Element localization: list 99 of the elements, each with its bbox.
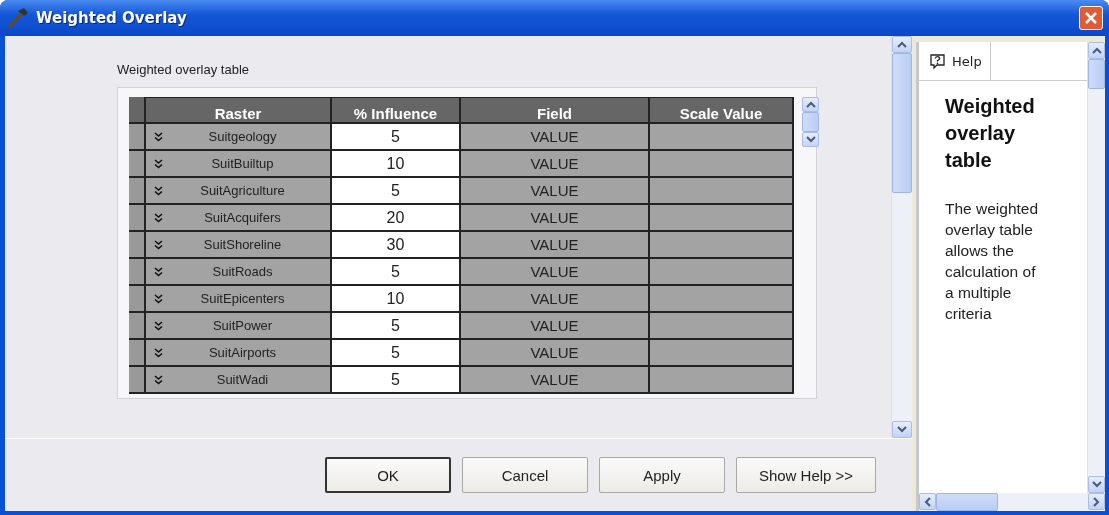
chevron-down-icon bbox=[805, 135, 816, 143]
raster-name: SuitAgriculture bbox=[199, 183, 286, 198]
influence-field[interactable]: 5 bbox=[332, 259, 461, 284]
close-button[interactable] bbox=[1079, 6, 1103, 30]
table-cell: VALUE bbox=[461, 178, 650, 203]
scroll-right-button[interactable] bbox=[1088, 493, 1105, 510]
scroll-down-button[interactable] bbox=[1088, 476, 1105, 493]
scrollbar[interactable] bbox=[1087, 42, 1105, 493]
chevron-down-icon bbox=[1091, 481, 1102, 488]
window-title: Weighted Overlay bbox=[36, 9, 188, 27]
scroll-thumb[interactable] bbox=[936, 493, 998, 511]
scrollbar[interactable] bbox=[891, 36, 912, 438]
chevron-down-icon[interactable] bbox=[154, 347, 163, 358]
chevron-down-icon[interactable] bbox=[154, 185, 163, 196]
table-label: Weighted overlay table bbox=[117, 62, 250, 77]
scroll-down-button[interactable] bbox=[892, 421, 912, 438]
column-header[interactable]: Field bbox=[461, 98, 650, 122]
row-selector[interactable] bbox=[129, 178, 146, 203]
dialog-button[interactable]: OK bbox=[325, 457, 451, 493]
help-icon bbox=[929, 52, 946, 70]
help-heading: Weighted overlay table bbox=[945, 94, 1036, 173]
table-cell: VALUE bbox=[461, 313, 650, 338]
dialog-button[interactable]: Show Help >> bbox=[736, 457, 876, 493]
influence-field[interactable]: 10 bbox=[332, 286, 461, 311]
scroll-up-button[interactable] bbox=[1088, 42, 1105, 59]
raster-name: SuitAirports bbox=[207, 345, 278, 360]
chevron-up-icon bbox=[1091, 47, 1102, 54]
influence-field[interactable]: 30 bbox=[332, 232, 461, 257]
influence-field[interactable]: 10 bbox=[332, 151, 461, 176]
chevron-down-icon[interactable] bbox=[154, 374, 163, 385]
chevron-down-icon[interactable] bbox=[154, 293, 163, 304]
table-cell: VALUE bbox=[461, 259, 650, 284]
chevron-left-icon bbox=[924, 496, 931, 507]
row-selector[interactable] bbox=[129, 232, 146, 257]
scrollbar[interactable] bbox=[802, 97, 819, 147]
table-cell[interactable]: SuitAgriculture bbox=[146, 178, 332, 203]
row-selector[interactable] bbox=[129, 313, 146, 338]
scroll-thumb[interactable] bbox=[1088, 59, 1105, 89]
raster-name: SuitAcquifers bbox=[203, 210, 282, 225]
influence-field[interactable]: 5 bbox=[332, 340, 461, 365]
table-cell[interactable]: SuitAirports bbox=[146, 340, 332, 365]
chevron-down-icon[interactable] bbox=[154, 266, 163, 277]
raster-name: SuitEpicenters bbox=[199, 291, 286, 306]
chevron-down-icon[interactable] bbox=[154, 212, 163, 223]
chevron-up-icon bbox=[897, 41, 907, 48]
table-cell[interactable]: SuitAcquifers bbox=[146, 205, 332, 230]
table-cell: VALUE bbox=[461, 232, 650, 257]
row-selector[interactable] bbox=[129, 286, 146, 311]
table-cell: VALUE bbox=[461, 340, 650, 365]
table-cell[interactable]: Suitgeology bbox=[146, 124, 332, 149]
dialog-button[interactable]: Cancel bbox=[462, 457, 588, 493]
table-cell: VALUE bbox=[461, 367, 650, 392]
raster-name: SuitPower bbox=[211, 318, 274, 333]
horizontal-scrollbar[interactable] bbox=[919, 493, 1105, 511]
raster-name: Suitgeology bbox=[207, 129, 278, 144]
chevron-down-icon bbox=[897, 426, 907, 433]
scroll-up-button[interactable] bbox=[892, 36, 912, 53]
table-cell[interactable]: SuitShoreline bbox=[146, 232, 332, 257]
raster-name: SuitShoreline bbox=[202, 237, 283, 252]
table-cell[interactable]: SuitRoads bbox=[146, 259, 332, 284]
table-cell[interactable]: SuitEpicenters bbox=[146, 286, 332, 311]
table-cell[interactable]: SuitWadi bbox=[146, 367, 332, 392]
chevron-up-icon bbox=[805, 101, 816, 109]
table-cell: VALUE bbox=[461, 124, 650, 149]
influence-field[interactable]: 5 bbox=[332, 367, 461, 392]
column-header[interactable]: Raster bbox=[146, 98, 332, 122]
influence-field[interactable]: 5 bbox=[332, 313, 461, 338]
row-selector[interactable] bbox=[129, 205, 146, 230]
hammer-icon bbox=[6, 7, 30, 29]
table-cell[interactable]: SuitBuiltup bbox=[146, 151, 332, 176]
raster-name: SuitBuiltup bbox=[210, 156, 275, 171]
table-cell: VALUE bbox=[461, 151, 650, 176]
column-header[interactable]: Scale Value bbox=[650, 98, 794, 122]
raster-name: SuitRoads bbox=[211, 264, 274, 279]
chevron-down-icon[interactable] bbox=[154, 131, 163, 142]
close-icon bbox=[1084, 11, 1098, 25]
dialog-button[interactable]: Apply bbox=[599, 457, 725, 493]
table-cell: VALUE bbox=[461, 286, 650, 311]
influence-field[interactable]: 5 bbox=[332, 178, 461, 203]
scroll-thumb[interactable] bbox=[892, 53, 912, 193]
influence-field[interactable]: 5 bbox=[332, 124, 461, 149]
row-selector[interactable] bbox=[129, 151, 146, 176]
row-selector[interactable] bbox=[129, 124, 146, 149]
chevron-down-icon[interactable] bbox=[154, 158, 163, 169]
column-header[interactable]: % Influence bbox=[332, 98, 461, 122]
row-selector[interactable] bbox=[129, 259, 146, 284]
chevron-down-icon[interactable] bbox=[154, 320, 163, 331]
table-cell: VALUE bbox=[461, 205, 650, 230]
scroll-left-button[interactable] bbox=[919, 493, 936, 510]
scroll-thumb[interactable] bbox=[802, 112, 819, 132]
table-cell[interactable]: SuitPower bbox=[146, 313, 332, 338]
help-text: The weighted overlay table allows the calculation of a multiple criteria bbox=[945, 199, 1040, 324]
row-selector[interactable] bbox=[129, 340, 146, 365]
row-selector[interactable] bbox=[129, 367, 146, 392]
raster-name: SuitWadi bbox=[215, 372, 270, 387]
chevron-down-icon[interactable] bbox=[154, 239, 163, 250]
scroll-up-button[interactable] bbox=[802, 97, 819, 113]
influence-field[interactable]: 20 bbox=[332, 205, 461, 230]
chevron-right-icon bbox=[1093, 496, 1100, 507]
